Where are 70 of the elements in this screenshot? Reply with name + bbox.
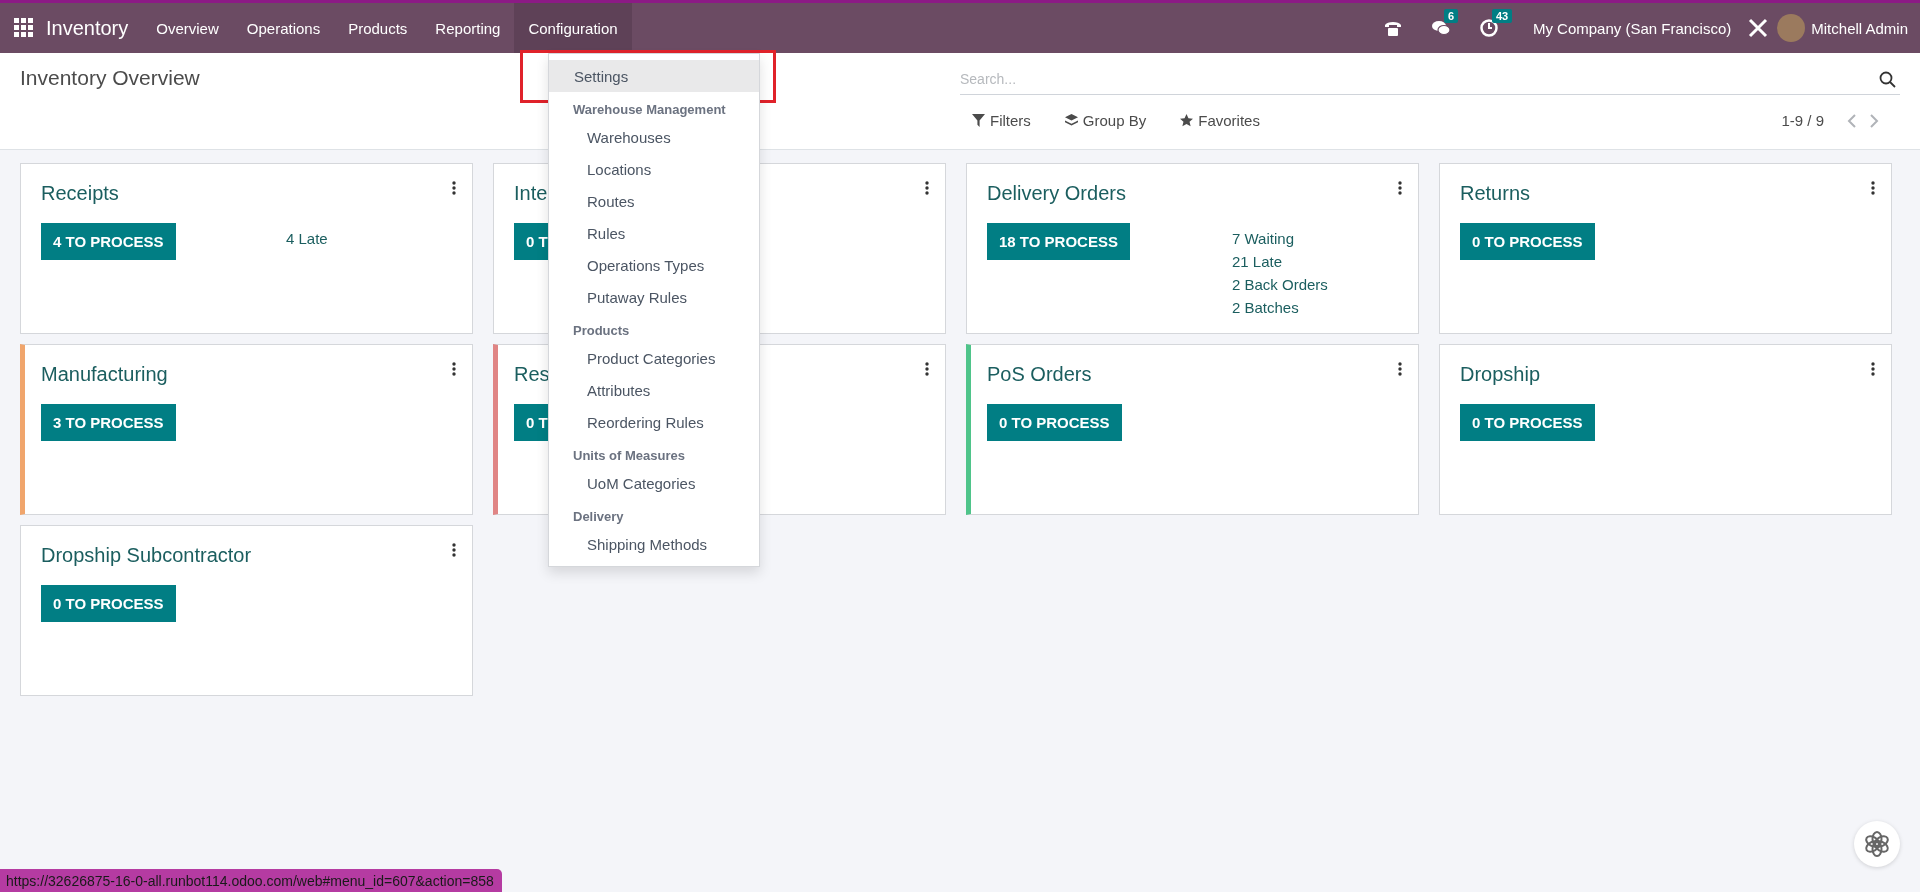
count-badge: 6 <box>1443 9 1458 23</box>
menu-section-header: Units of Measures <box>572 447 686 465</box>
clock-icon[interactable] <box>1478 18 1499 38</box>
status-link[interactable]: 2 Batches <box>1232 299 1398 316</box>
menu-item[interactable]: Attributes <box>549 374 759 406</box>
to-process-button[interactable]: 3 TO PROCESS <box>41 404 176 441</box>
kebab-menu-icon[interactable] <box>1871 361 1875 377</box>
menu-section-header: Products <box>572 322 631 340</box>
layers-icon <box>1064 114 1078 127</box>
page-title: Inventory Overview <box>20 66 200 90</box>
status-link[interactable]: 2 Back Orders <box>1232 276 1398 293</box>
card-title[interactable]: Dropship <box>1460 363 1685 386</box>
kebab-menu-icon[interactable] <box>925 361 929 377</box>
pager-value: 1-9 / 9 <box>1781 112 1824 129</box>
card-title[interactable]: Delivery Orders <box>987 182 1212 205</box>
filter-toggle[interactable]: Group By <box>1052 112 1147 129</box>
app-name[interactable]: Inventory <box>46 16 129 40</box>
menu-item[interactable]: Reordering Rules <box>549 406 759 438</box>
to-process-button[interactable]: 0 TO PROCESS <box>41 585 176 622</box>
card-title[interactable]: PoS Orders <box>987 363 1212 386</box>
filter-toggle[interactable]: Favorites <box>1168 112 1260 129</box>
nav-menu-item[interactable]: Reporting <box>421 3 515 53</box>
kebab-menu-icon[interactable] <box>925 180 929 196</box>
to-process-button[interactable]: 0 TO PROCESS <box>1460 404 1595 441</box>
kebab-menu-icon[interactable] <box>1871 180 1875 196</box>
filter-toggle[interactable]: Filters <box>960 112 1031 129</box>
menu-section-header: Delivery <box>572 508 625 526</box>
count-badge: 43 <box>1491 9 1513 23</box>
app-grid-icon[interactable] <box>14 18 34 38</box>
status-link[interactable]: 4 Late <box>286 230 452 247</box>
status-link[interactable]: 21 Late <box>1232 253 1398 270</box>
funnel-icon <box>972 114 985 127</box>
status-link[interactable]: 7 Waiting <box>1232 230 1398 247</box>
nav-menu-item[interactable]: Products <box>334 3 422 53</box>
menu-item[interactable]: UoM Categories <box>549 467 759 499</box>
company-switcher[interactable]: My Company (San Francisco) <box>1532 19 1732 37</box>
menu-item[interactable]: Shipping Methods <box>549 528 759 560</box>
nav-menu-item[interactable]: Configuration <box>514 3 632 53</box>
menu-item[interactable]: Settings <box>549 60 759 92</box>
card-title[interactable]: Returns <box>1460 182 1685 205</box>
nav-menu-item[interactable]: Operations <box>232 3 335 53</box>
to-process-button[interactable]: 18 TO PROCESS <box>987 223 1130 260</box>
kebab-menu-icon[interactable] <box>452 361 456 377</box>
to-process-button[interactable]: 0 TO PROCESS <box>987 404 1122 441</box>
menu-item[interactable]: Operations Types <box>549 249 759 281</box>
to-process-button[interactable]: 0 TO PROCESS <box>1460 223 1595 260</box>
assistant-button[interactable] <box>1854 821 1900 867</box>
menu-item[interactable]: Putaway Rules <box>549 281 759 313</box>
menu-item[interactable]: Locations <box>549 153 759 185</box>
menu-item[interactable]: Warehouses <box>549 121 759 153</box>
kebab-menu-icon[interactable] <box>452 180 456 196</box>
kebab-menu-icon[interactable] <box>1398 180 1402 196</box>
knot-icon <box>1862 829 1892 859</box>
kebab-menu-icon[interactable] <box>452 542 456 558</box>
kebab-menu-icon[interactable] <box>1398 361 1402 377</box>
card-title[interactable]: Dropship Subcontractor <box>41 544 266 567</box>
menu-item[interactable]: Product Categories <box>549 342 759 374</box>
user-name[interactable]: Mitchell Admin <box>1811 19 1908 37</box>
to-process-button[interactable]: 4 TO PROCESS <box>41 223 176 260</box>
menu-section-header: Warehouse Management <box>572 101 727 119</box>
menu-item[interactable]: Rules <box>549 217 759 249</box>
nav-menu-item[interactable]: Overview <box>142 3 233 53</box>
star-icon <box>1180 114 1194 127</box>
card-title[interactable]: Receipts <box>41 182 266 205</box>
link-url-preview: https://32626875-16-0-all.runbot114.odoo.com/web#menu_id=607&action=858 <box>0 869 502 892</box>
menu-item[interactable]: Routes <box>549 185 759 217</box>
search-icon[interactable] <box>1879 70 1896 88</box>
card-title[interactable]: Manufacturing <box>41 363 266 386</box>
search-input[interactable]: Search... <box>960 71 1879 87</box>
chat-icon[interactable] <box>1430 18 1451 38</box>
